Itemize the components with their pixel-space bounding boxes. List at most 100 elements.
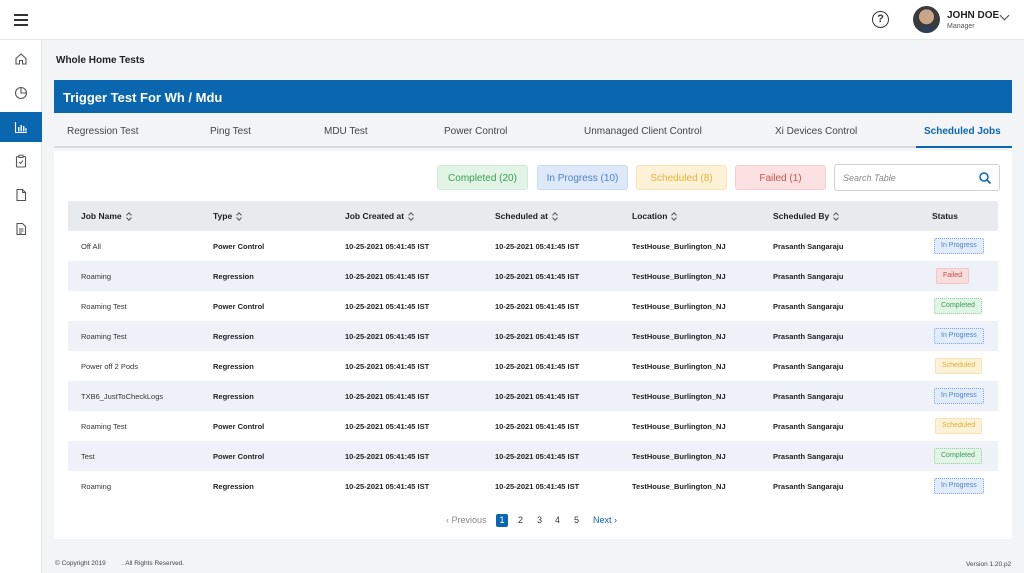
cell-type: Power Control xyxy=(213,422,265,431)
avatar[interactable] xyxy=(913,6,940,33)
cell-type: Regression xyxy=(213,392,254,401)
tab-regression-test[interactable]: Regression Test xyxy=(67,126,139,137)
tab-power-control[interactable]: Power Control xyxy=(444,126,507,137)
column-header-label: Job Created at xyxy=(345,211,405,221)
table-row[interactable]: Test Power Control 10-25-2021 05:41:45 I… xyxy=(68,441,998,471)
user-name[interactable]: JOHN DOE xyxy=(947,10,999,21)
status-badge: In Progress xyxy=(934,238,984,254)
cell-job-created-at: 10-25-2021 05:41:45 IST xyxy=(345,272,430,281)
page-banner: Trigger Test For Wh / Mdu xyxy=(54,80,1012,113)
cell-job-created-at: 10-25-2021 05:41:45 IST xyxy=(345,302,430,311)
cell-job-name: Test xyxy=(81,452,95,461)
filter-scheduled-button[interactable]: Scheduled (8) xyxy=(636,165,727,190)
cell-location: TestHouse_Burlington_NJ xyxy=(632,302,726,311)
status-badge: In Progress xyxy=(934,328,984,344)
column-header-label: Job Name xyxy=(81,211,122,221)
pagination-page-4[interactable]: 4 xyxy=(555,515,560,525)
sort-icon[interactable] xyxy=(408,212,414,221)
cell-location: TestHouse_Burlington_NJ xyxy=(632,452,726,461)
column-header-type[interactable]: Type xyxy=(213,211,242,221)
sidebar-item-documents[interactable] xyxy=(0,214,42,244)
banner-title: Trigger Test For Wh / Mdu xyxy=(63,90,223,105)
column-header-label: Type xyxy=(213,211,233,221)
cell-location: TestHouse_Burlington_NJ xyxy=(632,272,726,281)
table-row[interactable]: Roaming Test Power Control 10-25-2021 05… xyxy=(68,411,998,441)
footer-copyright: © Copyright 2019 . All Rights Reserved. xyxy=(55,560,185,567)
tab-mdu-test[interactable]: MDU Test xyxy=(324,126,368,137)
cell-scheduled-at: 10-25-2021 05:41:45 IST xyxy=(495,272,580,281)
table-row[interactable]: Roaming Regression 10-25-2021 05:41:45 I… xyxy=(68,261,998,291)
sort-icon[interactable] xyxy=(833,212,839,221)
file-icon xyxy=(16,188,27,202)
column-header-job-name[interactable]: Job Name xyxy=(81,211,132,221)
search-input[interactable] xyxy=(843,171,971,185)
tab-unmanaged-client-control[interactable]: Unmanaged Client Control xyxy=(584,126,702,137)
table-row[interactable]: Roaming Test Power Control 10-25-2021 05… xyxy=(68,291,998,321)
cell-job-created-at: 10-25-2021 05:41:45 IST xyxy=(345,332,430,341)
sidebar-item-analytics[interactable] xyxy=(0,78,42,108)
cell-scheduled-by: Prasanth Sangaraju xyxy=(773,482,844,491)
status-badge: Failed xyxy=(936,268,970,284)
pagination-page-1[interactable]: 1 xyxy=(496,514,508,527)
cell-scheduled-by: Prasanth Sangaraju xyxy=(773,272,844,281)
cell-job-created-at: 10-25-2021 05:41:45 IST xyxy=(345,422,430,431)
sort-icon[interactable] xyxy=(126,212,132,221)
column-header-scheduled-by[interactable]: Scheduled By xyxy=(773,211,839,221)
user-role: Manager xyxy=(947,23,975,30)
pagination-page-3[interactable]: 3 xyxy=(537,515,542,525)
tab-bar: Regression Test Ping Test MDU Test Power… xyxy=(54,114,1012,148)
table-header: Job Name Type Job Created at Scheduled a… xyxy=(68,201,998,231)
column-header-location[interactable]: Location xyxy=(632,211,677,221)
cell-scheduled-at: 10-25-2021 05:41:45 IST xyxy=(495,392,580,401)
status-badge: In Progress xyxy=(934,388,984,404)
cell-scheduled-by: Prasanth Sangaraju xyxy=(773,332,844,341)
tab-ping-test[interactable]: Ping Test xyxy=(210,126,251,137)
help-icon[interactable]: ? xyxy=(872,11,889,28)
sort-icon[interactable] xyxy=(671,212,677,221)
table-row[interactable]: Power off 2 Pods Regression 10-25-2021 0… xyxy=(68,351,998,381)
cell-scheduled-by: Prasanth Sangaraju xyxy=(773,422,844,431)
pagination-previous[interactable]: ‹ Previous xyxy=(446,515,487,525)
column-header-label: Location xyxy=(632,211,668,221)
filter-completed-button[interactable]: Completed (20) xyxy=(437,165,528,190)
document-icon xyxy=(16,222,27,236)
search-icon[interactable] xyxy=(978,171,992,185)
column-header-scheduled-at[interactable]: Scheduled at xyxy=(495,211,558,221)
hamburger-menu-icon[interactable] xyxy=(14,14,28,26)
table-row[interactable]: Roaming Regression 10-25-2021 05:41:45 I… xyxy=(68,471,998,501)
cell-job-created-at: 10-25-2021 05:41:45 IST xyxy=(345,392,430,401)
pagination-page-5[interactable]: 5 xyxy=(574,515,579,525)
cell-job-name: Roaming Test xyxy=(81,422,127,431)
bar-chart-icon xyxy=(14,122,27,134)
clipboard-icon xyxy=(15,154,27,168)
column-header-job-created-at[interactable]: Job Created at xyxy=(345,211,414,221)
chevron-down-icon[interactable] xyxy=(999,10,1010,21)
pagination-page-2[interactable]: 2 xyxy=(518,515,523,525)
table-row[interactable]: Off All Power Control 10-25-2021 05:41:4… xyxy=(68,231,998,261)
sidebar-item-files[interactable] xyxy=(0,180,42,210)
pagination-next[interactable]: Next › xyxy=(593,515,617,525)
table-row[interactable]: TXB6_JustToCheckLogs Regression 10-25-20… xyxy=(68,381,998,411)
cell-type: Regression xyxy=(213,362,254,371)
sort-icon[interactable] xyxy=(552,212,558,221)
cell-job-name: Off All xyxy=(81,242,101,251)
sidebar-item-reports[interactable] xyxy=(0,112,42,142)
table-row[interactable]: Roaming Test Regression 10-25-2021 05:41… xyxy=(68,321,998,351)
tab-scheduled-jobs[interactable]: Scheduled Jobs xyxy=(924,126,1001,137)
sidebar-item-tasks[interactable] xyxy=(0,146,42,176)
cell-location: TestHouse_Burlington_NJ xyxy=(632,242,726,251)
sidebar-item-home[interactable] xyxy=(0,44,42,74)
pagination-next-label: Next xyxy=(593,515,612,525)
tab-xi-devices-control[interactable]: Xi Devices Control xyxy=(775,126,857,137)
home-icon xyxy=(15,53,27,65)
sort-icon[interactable] xyxy=(236,212,242,221)
sidebar xyxy=(0,40,42,573)
cell-location: TestHouse_Burlington_NJ xyxy=(632,332,726,341)
filter-in-progress-button[interactable]: In Progress (10) xyxy=(537,165,628,190)
cell-type: Regression xyxy=(213,332,254,341)
status-badge: Scheduled xyxy=(935,418,983,434)
status-badge: Completed xyxy=(934,298,982,314)
cell-job-name: Power off 2 Pods xyxy=(81,362,138,371)
cell-type: Power Control xyxy=(213,242,265,251)
filter-failed-button[interactable]: Failed (1) xyxy=(735,165,826,190)
